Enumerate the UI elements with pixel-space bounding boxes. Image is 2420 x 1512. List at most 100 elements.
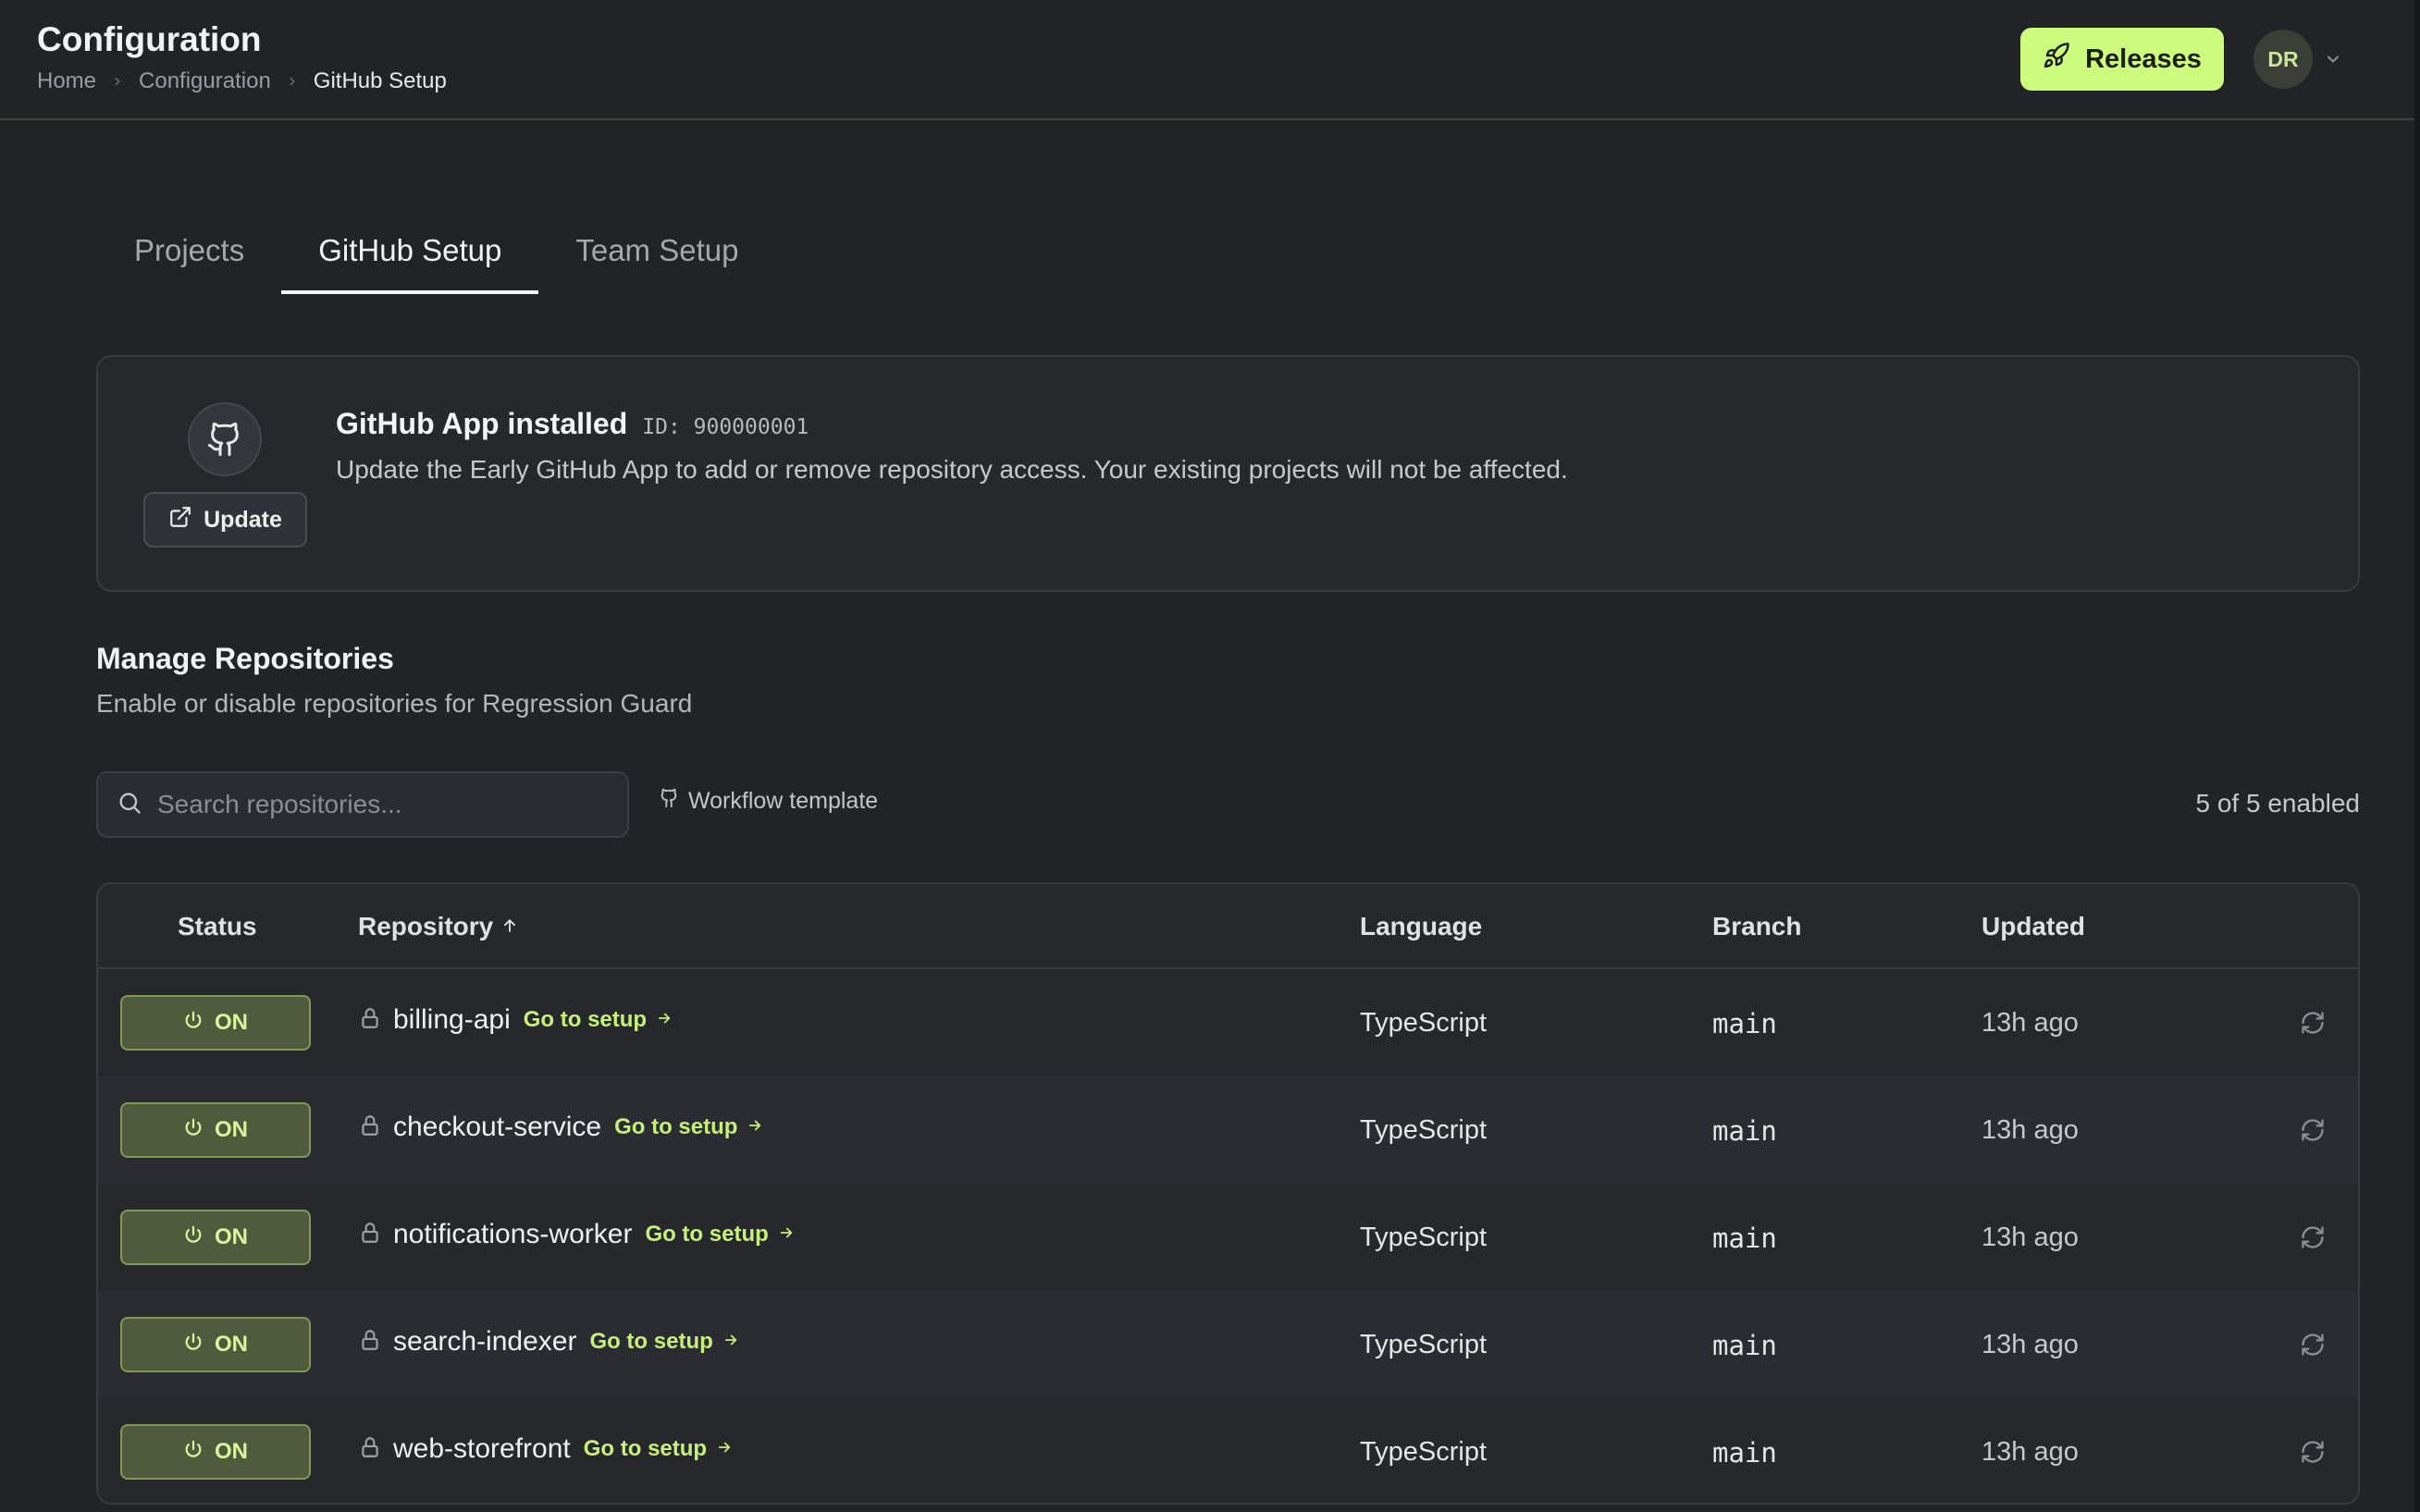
tab-github-setup[interactable]: GitHub Setup [281,215,539,294]
tab-projects[interactable]: Projects [97,215,281,294]
github-app-card: Update GitHub App installed ID: 90000000… [96,355,2360,592]
status-toggle[interactable]: ON [120,1424,311,1480]
external-link-icon [168,505,192,535]
go-to-setup-link[interactable]: Go to setup [614,1114,763,1140]
repo-name: notifications-worker [393,1219,633,1249]
lock-icon [358,1328,382,1357]
lock-icon [358,1435,382,1464]
repo-cell: notifications-worker Go to setup [358,1219,795,1250]
go-to-setup-link[interactable]: Go to setup [645,1222,794,1248]
column-header-branch: Branch [1712,912,1802,940]
repo-language: TypeScript [1360,1437,1487,1467]
column-header-repository-label: Repository [358,912,494,940]
repo-name: web-storefront [393,1433,571,1464]
git-branch-icon [659,788,679,815]
lock-icon [358,1006,382,1035]
table-row: ON checkout-service Go to setup TypeScri… [98,1076,2358,1184]
repo-updated: 13h ago [1982,1330,2079,1359]
search-input[interactable] [157,790,601,819]
column-header-language: Language [1360,912,1483,940]
power-icon [183,1010,204,1037]
status-label: ON [215,1010,248,1035]
repo-language: TypeScript [1360,1223,1487,1252]
status-label: ON [215,1439,248,1464]
repo-language: TypeScript [1360,1008,1487,1038]
chevron-down-icon[interactable] [2324,50,2342,73]
status-label: ON [215,1117,248,1142]
breadcrumb-current: GitHub Setup [313,68,447,93]
arrow-right-icon [716,1436,733,1462]
power-icon [183,1117,204,1144]
repo-updated: 13h ago [1982,1223,2079,1252]
repo-cell: checkout-service Go to setup [358,1112,763,1143]
chevron-right-icon [111,75,124,88]
power-icon [183,1332,204,1358]
search-icon [117,790,142,820]
breadcrumb: Home Configuration GitHub Setup [37,68,447,94]
table-row: ON search-indexer Go to setup TypeScript… [98,1291,2358,1398]
setup-link-label: Go to setup [589,1329,713,1354]
refresh-icon[interactable] [2298,1223,2327,1252]
search-box [96,771,629,838]
status-label: ON [215,1224,248,1249]
github-icon [188,402,262,476]
lock-icon [358,1221,382,1249]
refresh-icon[interactable] [2298,1330,2327,1359]
repo-updated: 13h ago [1982,1437,2079,1467]
app-title-line: GitHub App installed ID: 900000001 [336,407,809,441]
breadcrumb-home[interactable]: Home [37,68,96,94]
update-app-button[interactable]: Update [143,492,307,547]
power-icon [183,1224,204,1251]
app-installed-title: GitHub App installed [336,407,628,440]
repo-updated: 13h ago [1982,1008,2079,1038]
setup-link-label: Go to setup [523,1007,648,1032]
column-header-repository[interactable]: Repository [358,912,519,941]
setup-link-label: Go to setup [645,1222,769,1247]
repo-name: checkout-service [393,1112,602,1142]
repositories-table: Status Repository Language Branch Update… [96,882,2360,1505]
table-row: ON notifications-worker Go to setup Type… [98,1184,2358,1291]
status-toggle[interactable]: ON [120,1102,311,1158]
arrow-right-icon [747,1114,763,1140]
top-header: Configuration Home Configuration GitHub … [0,0,2414,120]
arrow-up-icon [500,912,519,941]
app-id: ID: 900000001 [642,415,809,439]
releases-button[interactable]: Releases [2020,28,2224,91]
go-to-setup-link[interactable]: Go to setup [584,1436,733,1462]
go-to-setup-link[interactable]: Go to setup [589,1329,738,1355]
setup-link-label: Go to setup [583,1436,708,1461]
tab-team-setup[interactable]: Team Setup [538,215,775,294]
refresh-icon[interactable] [2298,1115,2327,1145]
status-toggle[interactable]: ON [120,1210,311,1265]
enabled-count: 5 of 5 enabled [2195,789,2361,817]
avatar[interactable]: DR [2253,30,2313,89]
repo-branch: main [1712,1115,1777,1147]
arrow-right-icon [722,1329,739,1355]
column-header-status: Status [178,912,257,940]
refresh-icon[interactable] [2298,1008,2327,1038]
power-icon [183,1439,204,1466]
setup-link-label: Go to setup [614,1114,738,1139]
table-header: Status Repository Language Branch Update… [98,884,2358,969]
go-to-setup-link[interactable]: Go to setup [524,1007,673,1033]
workflow-template-link[interactable]: Workflow template [659,788,878,815]
workflow-label: Workflow template [688,788,879,814]
arrow-right-icon [778,1222,795,1248]
refresh-icon[interactable] [2298,1437,2327,1467]
repo-branch: main [1712,1008,1777,1039]
section-subtitle: Enable or disable repositories for Regre… [96,689,693,718]
status-toggle[interactable]: ON [120,995,311,1051]
repo-name: search-indexer [393,1326,577,1357]
repo-branch: main [1712,1223,1777,1254]
table-row: ON billing-api Go to setup TypeScript ma… [98,969,2358,1076]
repo-language: TypeScript [1360,1330,1487,1359]
scrollbar[interactable] [2414,0,2420,1512]
tab-bar: Projects GitHub Setup Team Setup [97,215,775,294]
arrow-right-icon [656,1007,673,1033]
column-header-updated: Updated [1982,912,2085,940]
lock-icon [358,1113,382,1142]
status-label: ON [215,1332,248,1357]
repo-language: TypeScript [1360,1115,1487,1145]
breadcrumb-configuration[interactable]: Configuration [139,68,271,94]
status-toggle[interactable]: ON [120,1317,311,1372]
